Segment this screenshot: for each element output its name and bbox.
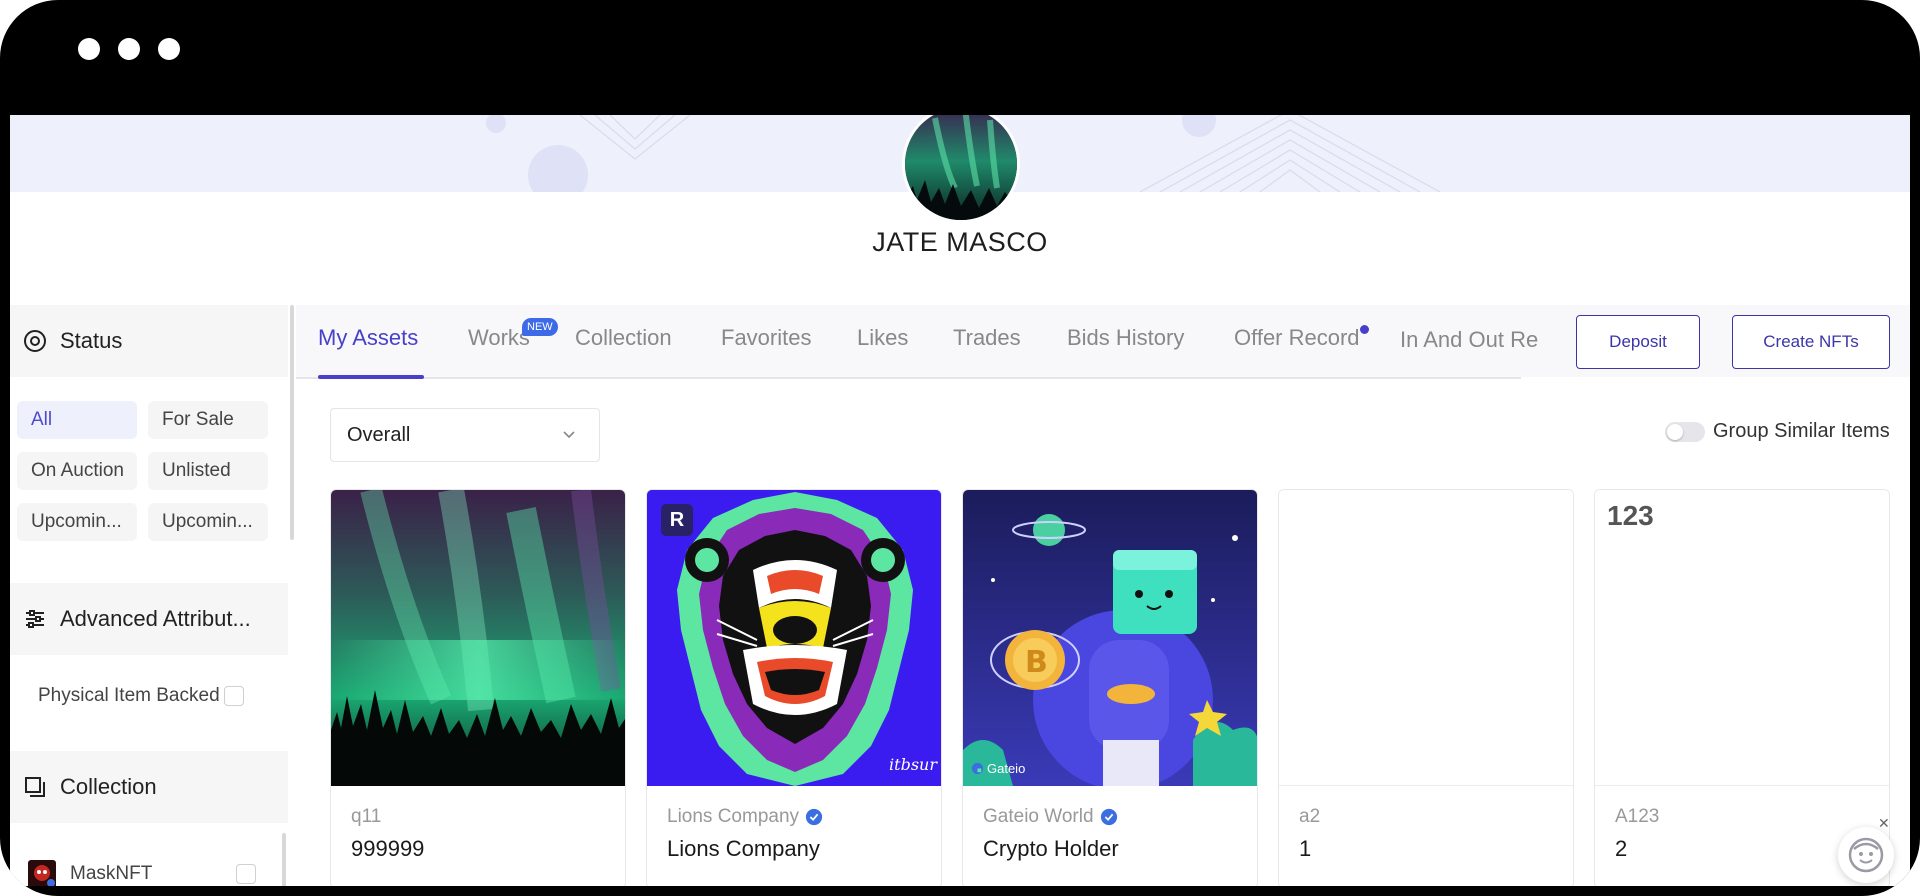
asset-title: 1 [1299,836,1312,861]
asset-card[interactable]: 123 A123 2 [1594,489,1890,886]
asset-image-text[interactable]: 123 [1595,490,1889,786]
physical-item-backed-label: Physical Item Backed [38,685,220,706]
verified-icon [1100,808,1117,826]
profile-name: JATE MASCO [872,227,1048,257]
tab-trades[interactable]: Trades [953,325,1021,351]
status-filter-upcoming-2[interactable]: Upcomin... [148,503,268,541]
asset-card[interactable]: a2 1 [1278,489,1574,886]
profile-avatar[interactable] [902,115,1020,223]
physical-item-backed-row[interactable]: Physical Item Backed [38,685,244,707]
masknft-checkbox[interactable] [236,864,257,884]
asset-card-meta: a2 1 [1299,806,1563,862]
tab-favorites[interactable]: Favorites [721,325,811,351]
collection-stack-icon [22,774,48,800]
asset-title: Lions Company [667,836,820,861]
masknft-label: MaskNFT [70,863,153,884]
banner-decoration [486,115,506,133]
asset-collection-name: A123 [1615,806,1879,828]
active-tab-indicator [318,375,424,379]
overall-select-value: Overall [347,423,411,446]
verified-icon [805,808,823,826]
device-frame: JATE MASCO Status All For Sale On Auctio… [0,0,1920,896]
asset-image-label: 123 [1607,500,1654,531]
window-dot-close[interactable] [78,38,100,60]
status-filter-upcoming-1[interactable]: Upcomin... [17,503,137,541]
tab-my-assets[interactable]: My Assets [318,325,418,351]
advanced-attributes-header[interactable]: Advanced Attribut... [10,583,288,655]
overall-select[interactable]: Overall [330,408,600,462]
asset-collection-label: Lions Company [667,806,800,827]
gateio-watermark-text: Gateio [987,761,1026,776]
asset-collection-name: q11 [351,806,615,828]
status-filter-for-sale[interactable]: For Sale [148,401,268,439]
asset-title: 999999 [351,836,425,861]
asset-collection-label: Gateio World [983,806,1094,827]
asset-image-blank[interactable] [1279,490,1573,786]
asset-card[interactable]: q11 999999 [330,489,626,886]
support-bot-icon [1848,837,1884,873]
svg-text:B: B [1025,645,1048,680]
status-filter-on-auction[interactable]: On Auction [17,452,137,490]
window-dot-minimize[interactable] [118,38,140,60]
asset-card-meta: Gateio World Crypto Holder [983,806,1247,862]
sliders-icon [22,606,48,632]
asset-collection-label: A123 [1615,806,1660,827]
asset-title: Crypto Holder [983,836,1119,861]
asset-image-crypto-holder[interactable]: B Gateio [963,490,1257,786]
tab-collection[interactable]: Collection [575,325,672,351]
tab-in-and-out-records[interactable]: In And Out Re [1400,320,1560,360]
asset-card-meta: Lions Company Lions Company [667,806,931,862]
status-filter-unlisted[interactable]: Unlisted [148,452,268,490]
sidebar-scrollbar-lower[interactable] [282,833,286,886]
status-filter-all[interactable]: All [17,401,137,439]
banner-decoration [579,115,691,160]
asset-image-lion[interactable]: R itbsur [647,490,941,786]
asset-collection-label: q11 [351,806,382,827]
window-controls [78,38,180,60]
status-section-title: Status [60,328,123,353]
rarity-badge: R [661,504,693,536]
advanced-attributes-title: Advanced Attribut... [60,606,251,631]
app-screen: JATE MASCO Status All For Sale On Auctio… [10,115,1910,886]
asset-collection-name: Gateio World [983,806,1247,828]
asset-card[interactable]: R itbsur Lions Company Lions Company [646,489,942,886]
asset-collection-name: Lions Company [667,806,931,828]
gateio-watermark: Gateio [971,761,1025,776]
asset-card-meta: q11 999999 [351,806,615,862]
physical-item-backed-checkbox[interactable] [223,686,244,706]
collection-section-header[interactable]: Collection [10,751,288,823]
window-dot-maximize[interactable] [158,38,180,60]
collection-item-masknft[interactable]: MaskNFT [28,860,257,886]
tab-bids-history[interactable]: Bids History [1067,325,1184,351]
sidebar-scrollbar[interactable] [290,305,294,540]
group-similar-label: Group Similar Items [1713,420,1890,442]
asset-image-aurora[interactable] [331,490,625,786]
masknft-logo-icon [28,860,56,886]
status-target-icon [22,328,48,354]
create-nfts-button[interactable]: Create NFTs [1732,315,1890,369]
works-new-badge: NEW [522,318,558,336]
deposit-button[interactable]: Deposit [1576,315,1700,369]
chevron-down-icon [561,425,577,448]
tab-works[interactable]: Works [468,325,530,351]
asset-collection-name: a2 [1299,806,1563,828]
asset-card[interactable]: B Gateio Gateio World Crypto Holder [962,489,1258,886]
tab-likes[interactable]: Likes [857,325,908,351]
support-bot-button[interactable] [1838,827,1894,883]
collection-section-title: Collection [60,774,157,799]
tab-bar-divider [296,377,1521,379]
asset-collection-label: a2 [1299,806,1321,827]
status-section-header[interactable]: Status [10,305,288,377]
banner-decoration [1140,115,1440,192]
offer-record-notification-dot [1360,325,1369,334]
tab-offer-record[interactable]: Offer Record [1234,325,1360,351]
tab-in-and-out-clip: In And Out Re [1400,320,1560,360]
group-similar-toggle-row[interactable]: Group Similar Items [1665,420,1890,443]
support-bot-close-icon[interactable]: ✕ [1878,815,1890,832]
artist-signature: itbsur [889,755,937,774]
group-similar-toggle[interactable] [1665,421,1705,442]
